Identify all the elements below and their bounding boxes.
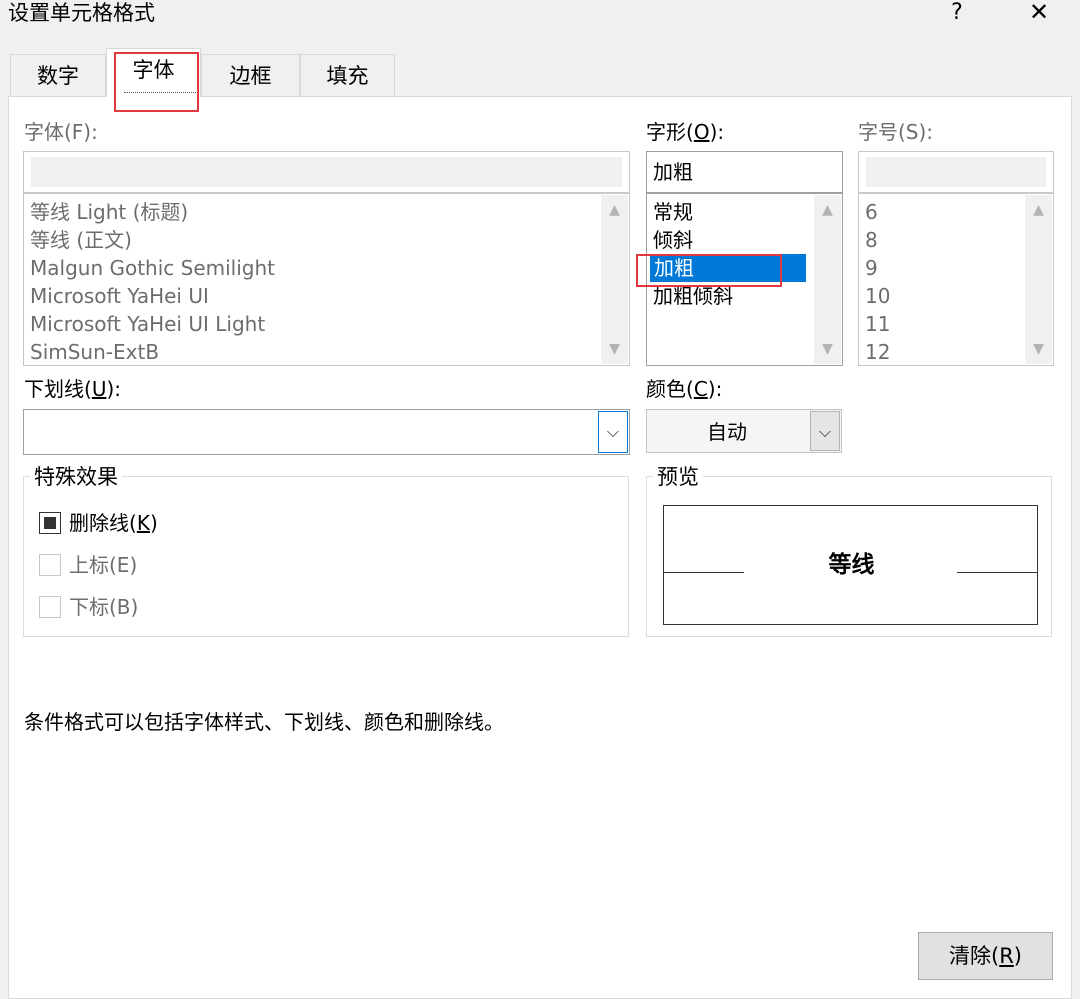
preview-line-right: [957, 572, 1037, 573]
font-size-list[interactable]: 6 8 9 10 11 12 ▲ ▼: [858, 193, 1054, 366]
strikethrough-label[interactable]: 删除线(K): [69, 511, 158, 535]
list-item-selected[interactable]: 加粗: [650, 254, 806, 282]
underline-dropdown[interactable]: ⌵: [23, 409, 630, 455]
effects-title: 特殊效果: [30, 465, 122, 489]
strikethrough-checkbox[interactable]: [39, 512, 61, 534]
list-item: 8: [865, 228, 878, 252]
info-note: 条件格式可以包括字体样式、下划线、颜色和删除线。: [24, 710, 504, 734]
chevron-down-icon[interactable]: ⌵: [810, 411, 840, 451]
preview-title: 预览: [653, 465, 703, 489]
font-style-input[interactable]: 加粗: [646, 151, 843, 193]
scroll-up-icon[interactable]: ▲: [814, 198, 841, 222]
list-item: Microsoft YaHei UI Light: [30, 312, 266, 336]
list-item[interactable]: 加粗倾斜: [653, 282, 733, 310]
font-style-list[interactable]: 常规 倾斜 加粗 加粗倾斜 ▲ ▼: [646, 193, 843, 366]
font-input: [23, 151, 630, 193]
list-item: 10: [865, 284, 891, 308]
list-item: Microsoft YaHei UI: [30, 284, 209, 308]
list-item[interactable]: 常规: [653, 198, 693, 226]
color-label: 颜色(C):: [646, 377, 723, 401]
list-item: 6: [865, 200, 878, 224]
font-size-input: [858, 151, 1054, 193]
preview-box: 等线: [663, 505, 1038, 625]
panel-content: 字体(F): 等线 Light (标题) 等线 (正文) Malgun Goth…: [0, 0, 1080, 999]
scroll-down-icon[interactable]: ▼: [1025, 337, 1052, 361]
font-list-scrollbar[interactable]: ▲ ▼: [601, 195, 628, 364]
list-item: 9: [865, 256, 878, 280]
list-item: 12: [865, 340, 891, 364]
list-item: 11: [865, 312, 891, 336]
indeterminate-mark: [44, 517, 56, 529]
subscript-label: 下标(B): [69, 595, 139, 619]
scroll-down-icon[interactable]: ▼: [601, 337, 628, 361]
clear-button[interactable]: 清除(R): [918, 932, 1053, 980]
font-style-label: 字形(O):: [646, 120, 725, 144]
superscript-label: 上标(E): [69, 553, 138, 577]
font-label: 字体(F):: [24, 120, 98, 144]
font-size-scrollbar[interactable]: ▲ ▼: [1025, 195, 1052, 364]
subscript-checkbox: [39, 596, 61, 618]
font-style-scrollbar[interactable]: ▲ ▼: [814, 195, 841, 364]
list-item: SimSun-ExtB: [30, 340, 160, 364]
scroll-up-icon[interactable]: ▲: [1025, 198, 1052, 222]
font-list[interactable]: 等线 Light (标题) 等线 (正文) Malgun Gothic Semi…: [23, 193, 630, 366]
font-size-label: 字号(S):: [858, 120, 934, 144]
preview-line-left: [664, 572, 744, 573]
list-item[interactable]: 倾斜: [653, 226, 693, 254]
list-item: 等线 (正文): [30, 228, 132, 252]
scroll-up-icon[interactable]: ▲: [601, 198, 628, 222]
superscript-checkbox: [39, 554, 61, 576]
color-dropdown[interactable]: 自动 ⌵: [646, 409, 842, 453]
preview-sample-text: 等线: [828, 552, 875, 578]
chevron-down-icon[interactable]: ⌵: [598, 411, 628, 453]
list-item: 等线 Light (标题): [30, 200, 189, 224]
scroll-down-icon[interactable]: ▼: [814, 337, 841, 361]
underline-label: 下划线(U):: [24, 377, 121, 401]
list-item: Malgun Gothic Semilight: [30, 256, 275, 280]
